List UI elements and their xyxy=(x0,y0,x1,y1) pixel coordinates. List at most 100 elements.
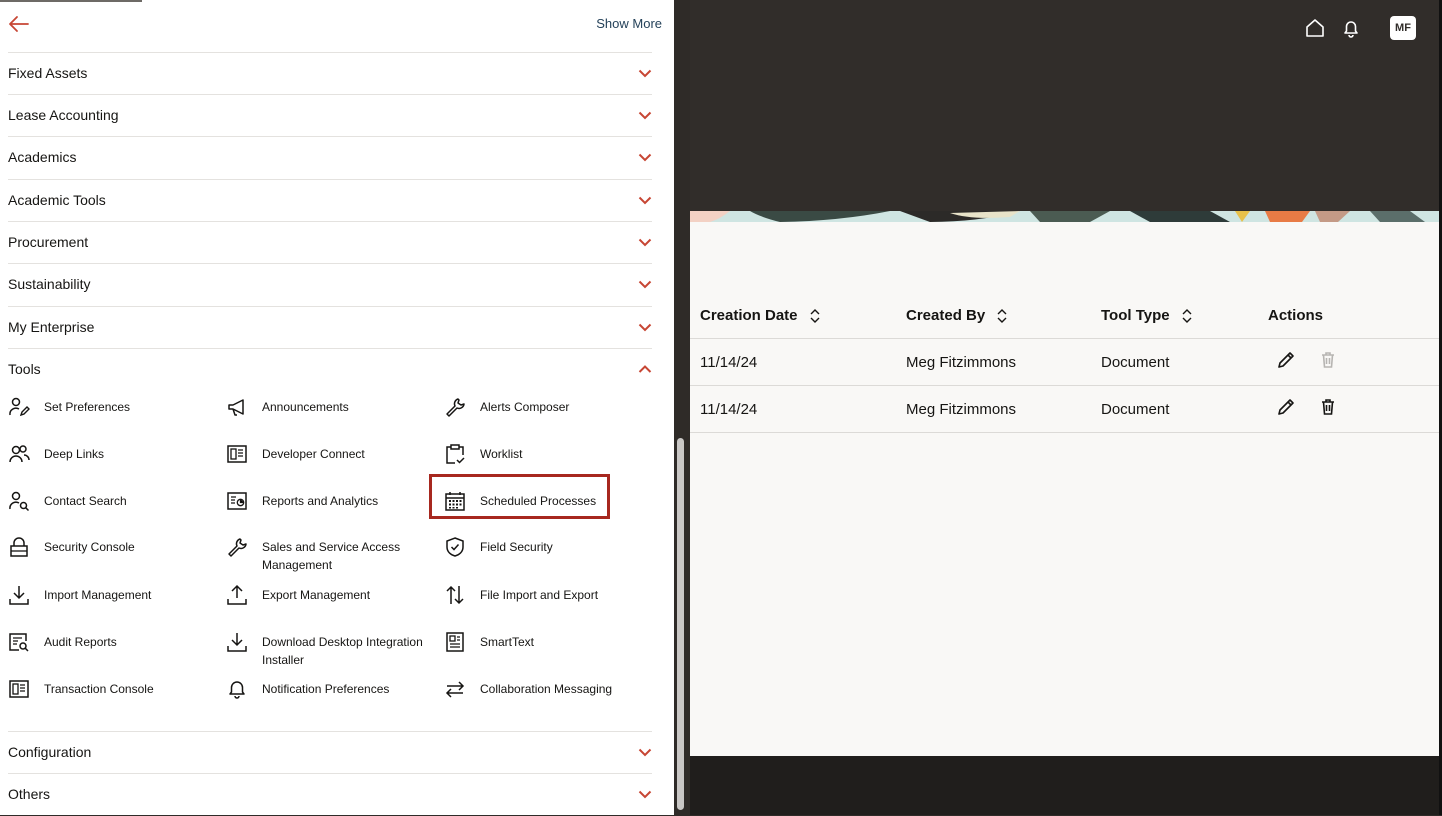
nav-section-label: Lease Accounting xyxy=(8,107,119,123)
column-header-tool-type[interactable]: Tool Type xyxy=(1091,292,1258,339)
cell-tool-type: Document xyxy=(1091,338,1258,386)
column-header-creation-date[interactable]: Creation Date xyxy=(690,292,896,339)
nav-section-academic-tools[interactable]: Academic Tools xyxy=(8,179,652,222)
nav-section-label: Tools xyxy=(8,361,41,377)
tool-deep-links[interactable]: Deep Links xyxy=(8,443,208,465)
chevron-down-icon xyxy=(638,66,652,80)
tool-developer-connect[interactable]: Developer Connect xyxy=(226,443,426,465)
lock-icon xyxy=(8,536,30,558)
navigator-scrollbar[interactable] xyxy=(677,438,684,810)
tool-smarttext[interactable]: SmartText xyxy=(444,631,644,653)
nav-section-sustainability[interactable]: Sustainability xyxy=(8,263,652,307)
user-avatar[interactable]: MF xyxy=(1390,16,1416,40)
smarttext-icon xyxy=(444,631,466,653)
tool-reports-and-analytics[interactable]: Reports and Analytics xyxy=(226,490,426,512)
main-content-panel: MF Creation Date Created By Tool Type Ac… xyxy=(674,0,1442,815)
cell-creation-date: 11/14/24 xyxy=(690,385,896,433)
bell-icon[interactable] xyxy=(1340,17,1362,39)
chevron-down-icon xyxy=(638,787,652,801)
cell-actions xyxy=(1258,385,1442,433)
nav-section-others[interactable]: Others xyxy=(8,773,652,816)
header-actions: MF xyxy=(1304,16,1416,40)
show-more-link[interactable]: Show More xyxy=(596,16,662,31)
tool-set-preferences[interactable]: Set Preferences xyxy=(8,396,208,418)
tool-field-security[interactable]: Field Security xyxy=(444,536,644,558)
nav-section-fixed-assets[interactable]: Fixed Assets xyxy=(8,52,652,95)
back-arrow-icon[interactable] xyxy=(8,12,32,36)
nav-section-label: Others xyxy=(8,786,51,802)
cell-created-by: Meg Fitzimmons xyxy=(896,338,1091,386)
decorative-banner xyxy=(690,211,1442,222)
chevron-down-icon xyxy=(638,277,652,291)
page-header: MF xyxy=(690,0,1442,211)
nav-section-label: Sustainability xyxy=(8,276,91,292)
cell-creation-date: 11/14/24 xyxy=(690,338,896,386)
table-row[interactable]: 11/14/24 Meg Fitzimmons Document xyxy=(690,385,1442,433)
tool-audit-reports[interactable]: Audit Reports xyxy=(8,631,208,653)
edit-icon[interactable] xyxy=(1276,397,1296,417)
upload-icon xyxy=(226,584,248,606)
wrench-icon xyxy=(226,536,248,558)
wrench-icon xyxy=(444,396,466,418)
nav-section-academics[interactable]: Academics xyxy=(8,136,652,180)
nav-section-label: Fixed Assets xyxy=(8,65,88,81)
results-area: Creation Date Created By Tool Type Actio… xyxy=(690,222,1442,756)
cell-actions xyxy=(1258,338,1442,386)
nav-section-tools[interactable]: Tools xyxy=(8,348,652,391)
results-table: Creation Date Created By Tool Type Actio… xyxy=(690,292,1442,433)
home-icon[interactable] xyxy=(1304,17,1326,39)
tool-export-management[interactable]: Export Management xyxy=(226,584,426,606)
nav-section-procurement[interactable]: Procurement xyxy=(8,221,652,264)
megaphone-icon xyxy=(226,396,248,418)
user-preferences-icon xyxy=(8,396,30,418)
tool-announcements[interactable]: Announcements xyxy=(226,396,426,418)
tool-collaboration-messaging[interactable]: Collaboration Messaging xyxy=(444,678,644,700)
table-row[interactable]: 11/14/24 Meg Fitzimmons Document xyxy=(690,338,1442,386)
tool-sales-and-service-access-management[interactable]: Sales and Service Access Management xyxy=(226,536,426,574)
swap-arrows-icon xyxy=(444,678,466,700)
nav-section-label: Procurement xyxy=(8,234,89,250)
nav-top-indicator xyxy=(0,0,142,2)
column-header-created-by[interactable]: Created By xyxy=(896,292,1091,339)
tool-transaction-console[interactable]: Transaction Console xyxy=(8,678,208,700)
user-search-icon xyxy=(8,490,30,512)
console-panel-icon xyxy=(8,678,30,700)
page-footer xyxy=(690,756,1442,815)
cell-created-by: Meg Fitzimmons xyxy=(896,385,1091,433)
nav-section-label: Configuration xyxy=(8,744,92,760)
delete-icon-disabled xyxy=(1318,350,1338,370)
tool-import-management[interactable]: Import Management xyxy=(8,584,208,606)
column-header-actions: Actions xyxy=(1258,292,1442,339)
scheduled-processes-highlight xyxy=(429,474,610,519)
sort-icon[interactable] xyxy=(997,308,1007,323)
tool-alerts-composer[interactable]: Alerts Composer xyxy=(444,396,644,418)
tool-worklist[interactable]: Worklist xyxy=(444,443,644,465)
sort-icon[interactable] xyxy=(1182,308,1192,323)
nav-section-lease-accounting[interactable]: Lease Accounting xyxy=(8,94,652,137)
nav-section-configuration[interactable]: Configuration xyxy=(8,731,652,774)
up-down-arrows-icon xyxy=(444,584,466,606)
nav-section-label: Academic Tools xyxy=(8,192,106,208)
nav-section-label: My Enterprise xyxy=(8,319,95,335)
delete-icon[interactable] xyxy=(1318,397,1338,417)
tool-download-desktop-integration-installer[interactable]: Download Desktop Integration Installer xyxy=(226,631,426,669)
bell-icon xyxy=(226,678,248,700)
chevron-down-icon xyxy=(638,235,652,249)
tool-security-console[interactable]: Security Console xyxy=(8,536,208,558)
chevron-down-icon xyxy=(638,108,652,122)
navigator-panel: Show More Fixed Assets Lease Accounting … xyxy=(0,0,684,816)
tool-file-import-and-export[interactable]: File Import and Export xyxy=(444,584,644,606)
chevron-down-icon xyxy=(638,320,652,334)
chevron-down-icon xyxy=(638,193,652,207)
tool-contact-search[interactable]: Contact Search xyxy=(8,490,208,512)
edit-icon[interactable] xyxy=(1276,350,1296,370)
sort-icon[interactable] xyxy=(810,308,820,323)
cell-tool-type: Document xyxy=(1091,385,1258,433)
audit-report-icon xyxy=(8,631,30,653)
shield-check-icon xyxy=(444,536,466,558)
chevron-up-icon xyxy=(638,362,652,376)
chevron-down-icon xyxy=(638,745,652,759)
nav-section-my-enterprise[interactable]: My Enterprise xyxy=(8,306,652,349)
tool-notification-preferences[interactable]: Notification Preferences xyxy=(226,678,426,700)
developer-panel-icon xyxy=(226,443,248,465)
